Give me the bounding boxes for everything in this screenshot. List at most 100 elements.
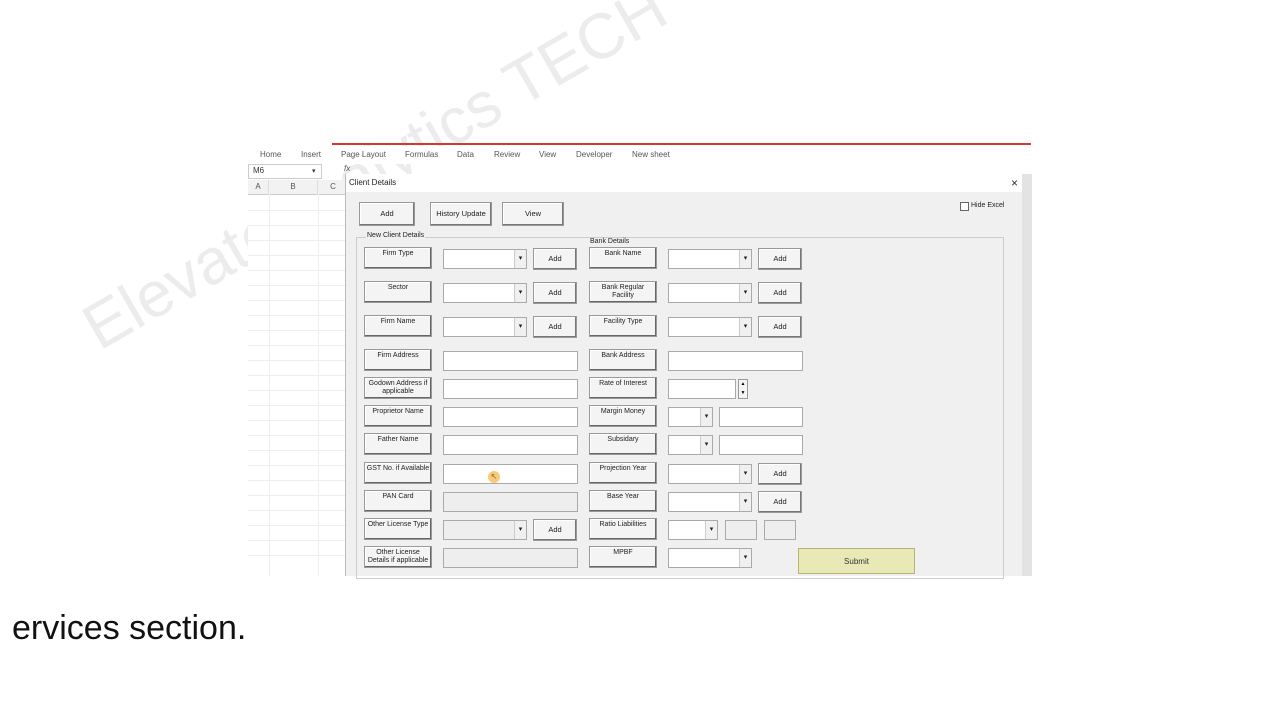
add-base-year-button[interactable]: Add (758, 491, 802, 513)
add-projection-year-button[interactable]: Add (758, 463, 802, 485)
bank-name-label: Bank Name (589, 247, 657, 269)
subsidary-input[interactable] (719, 435, 803, 455)
ratio-liabilities-input-2[interactable] (764, 520, 796, 540)
add-other-license-button[interactable]: Add (533, 519, 577, 541)
firm-address-label: Firm Address (364, 349, 432, 371)
base-year-label: Base Year (589, 490, 657, 512)
projection-year-select[interactable]: ▾ (668, 464, 752, 484)
fx-icon: fx (344, 164, 351, 173)
add-facility-type-button[interactable]: Add (758, 316, 802, 338)
spreadsheet-grid[interactable]: A B C (248, 180, 348, 576)
column-header-a[interactable]: A (248, 180, 269, 195)
proprietor-name-label: Proprietor Name (364, 405, 432, 427)
add-button[interactable]: Add (359, 202, 415, 226)
add-sector-button[interactable]: Add (533, 282, 577, 304)
pan-card-label: PAN Card (364, 490, 432, 512)
firm-name-label: Firm Name (364, 315, 432, 337)
chevron-down-icon[interactable]: ▾ (700, 436, 712, 454)
rate-of-interest-spinner[interactable]: ▲ ▼ (738, 379, 748, 399)
bank-name-select[interactable]: ▾ (668, 249, 752, 269)
add-firm-type-button[interactable]: Add (533, 248, 577, 270)
tab-view[interactable]: View (539, 150, 556, 159)
add-bank-name-button[interactable]: Add (758, 248, 802, 270)
firm-type-select[interactable]: ▾ (443, 249, 527, 269)
bank-address-input[interactable] (668, 351, 803, 371)
bank-regular-facility-select[interactable]: ▾ (668, 283, 752, 303)
father-name-input[interactable] (443, 435, 578, 455)
chevron-down-icon[interactable]: ▾ (514, 521, 526, 539)
ribbon-tabs: Home Insert Page Layout Formulas Data Re… (248, 146, 1031, 164)
gridline (248, 270, 348, 271)
column-header-c[interactable]: C (318, 180, 348, 195)
gridline (248, 255, 348, 256)
submit-button[interactable]: Submit (798, 548, 915, 574)
chevron-down-icon[interactable]: ▾ (739, 549, 751, 567)
other-license-type-label: Other License Type (364, 518, 432, 540)
gridline (269, 194, 270, 576)
gridline (248, 435, 348, 436)
tab-page-layout[interactable]: Page Layout (341, 150, 386, 159)
sector-label: Sector (364, 281, 432, 303)
gridline (248, 300, 348, 301)
chevron-down-icon[interactable]: ▾ (739, 250, 751, 268)
projection-year-label: Projection Year (589, 462, 657, 484)
close-icon[interactable]: × (1011, 176, 1018, 190)
add-firm-name-button[interactable]: Add (533, 316, 577, 338)
tab-insert[interactable]: Insert (301, 150, 321, 159)
gridline (248, 465, 348, 466)
other-license-type-select[interactable]: ▾ (443, 520, 527, 540)
chevron-down-icon[interactable]: ▾ (514, 284, 526, 302)
margin-money-input[interactable] (719, 407, 803, 427)
proprietor-name-input[interactable] (443, 407, 578, 427)
gridline (248, 495, 348, 496)
gridline (248, 240, 348, 241)
subsidary-select[interactable]: ▾ (668, 435, 713, 455)
chevron-down-icon[interactable]: ▾ (700, 408, 712, 426)
add-bank-regular-facility-button[interactable]: Add (758, 282, 802, 304)
chevron-down-icon[interactable]: ▾ (739, 465, 751, 483)
chevron-down-icon[interactable]: ▾ (705, 521, 717, 539)
tab-developer[interactable]: Developer (576, 150, 612, 159)
gridline (248, 210, 348, 211)
tab-new-sheet[interactable]: New sheet (632, 150, 670, 159)
cursor-highlight-icon: ↖ (488, 471, 500, 483)
godown-address-input[interactable] (443, 379, 578, 399)
base-year-select[interactable]: ▾ (668, 492, 752, 512)
ratio-liabilities-select[interactable]: ▾ (668, 520, 718, 540)
gridline (248, 525, 348, 526)
chevron-down-icon[interactable]: ▾ (739, 284, 751, 302)
dialog-title-bar[interactable]: Client Details × (346, 174, 1032, 192)
other-license-details-input[interactable] (443, 548, 578, 568)
chevron-down-icon[interactable]: ▾ (514, 318, 526, 336)
ratio-liabilities-input-1[interactable] (725, 520, 757, 540)
chevron-down-icon[interactable]: ▾ (514, 250, 526, 268)
gridline (248, 555, 348, 556)
ribbon-accent-line (332, 143, 1031, 145)
chevron-down-icon[interactable]: ▾ (739, 318, 751, 336)
name-box[interactable]: M6 (248, 164, 322, 179)
tab-review[interactable]: Review (494, 150, 520, 159)
tab-formulas[interactable]: Formulas (405, 150, 438, 159)
hide-excel-checkbox[interactable] (960, 202, 969, 211)
tab-home[interactable]: Home (260, 150, 281, 159)
firm-name-select[interactable]: ▾ (443, 317, 527, 337)
margin-money-select[interactable]: ▾ (668, 407, 713, 427)
pan-card-input[interactable] (443, 492, 578, 512)
father-name-label: Father Name (364, 433, 432, 455)
gridline (248, 330, 348, 331)
mpbf-select[interactable]: ▾ (668, 548, 752, 568)
tab-data[interactable]: Data (457, 150, 474, 159)
gst-no-input[interactable] (443, 464, 578, 484)
facility-type-label: Facility Type (589, 315, 657, 337)
facility-type-select[interactable]: ▾ (668, 317, 752, 337)
gridline (248, 360, 348, 361)
rate-of-interest-input[interactable] (668, 379, 736, 399)
chevron-down-icon[interactable]: ▾ (739, 493, 751, 511)
firm-address-input[interactable] (443, 351, 578, 371)
column-header-b[interactable]: B (269, 180, 318, 195)
name-box-chevron-down-icon[interactable]: ▾ (312, 167, 316, 175)
sector-select[interactable]: ▾ (443, 283, 527, 303)
history-update-button[interactable]: History Update (430, 202, 492, 226)
view-button[interactable]: View (502, 202, 564, 226)
subsidary-label: Subsidary (589, 433, 657, 455)
